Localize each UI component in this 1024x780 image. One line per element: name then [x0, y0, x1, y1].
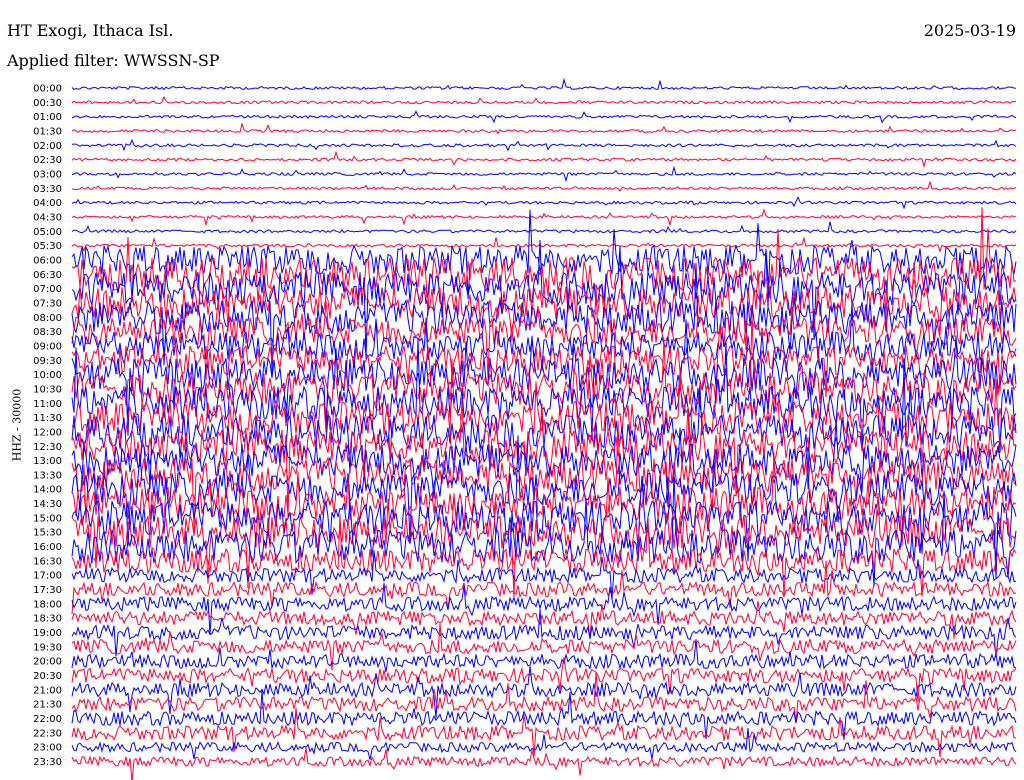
y-tick-label: 21:00 — [33, 685, 62, 696]
seismic-trace — [71, 180, 1017, 192]
y-tick-label: 06:30 — [33, 270, 62, 281]
y-tick-label: 15:30 — [33, 528, 62, 539]
y-tick-label: 02:30 — [33, 155, 62, 166]
seismic-trace — [71, 122, 1017, 135]
y-tick-label: 04:30 — [33, 212, 62, 223]
y-tick-label: 01:00 — [33, 112, 62, 123]
y-tick-label: 12:30 — [33, 442, 62, 453]
y-tick-label: 06:00 — [33, 255, 62, 266]
seismic-trace — [71, 138, 1017, 152]
seismic-trace — [71, 150, 1017, 169]
y-tick-label: 00:30 — [33, 98, 62, 109]
y-tick-label: 08:30 — [33, 327, 62, 338]
y-tick-label: 10:30 — [33, 384, 62, 395]
y-tick-label: 07:00 — [33, 284, 62, 295]
y-tick-label: 23:30 — [33, 757, 62, 768]
y-tick-label: 22:30 — [33, 728, 62, 739]
y-tick-label: 04:00 — [33, 198, 62, 209]
seismic-trace — [71, 95, 1017, 105]
y-tick-label: 18:30 — [33, 614, 62, 625]
y-tick-label: 03:00 — [33, 169, 62, 180]
y-tick-label: 17:30 — [33, 585, 62, 596]
y-tick-label: 19:00 — [33, 628, 62, 639]
y-tick-label: 11:00 — [33, 399, 62, 410]
seismic-trace — [71, 221, 1017, 234]
seismic-trace — [71, 110, 1017, 124]
y-tick-label: 13:00 — [33, 456, 62, 467]
y-tick-label: 13:30 — [33, 470, 62, 481]
seismic-trace — [71, 77, 1017, 91]
y-tick-label: 14:00 — [33, 485, 62, 496]
y-tick-label: 10:00 — [33, 370, 62, 381]
seismic-trace — [71, 707, 1017, 758]
y-tick-label: 09:00 — [33, 341, 62, 352]
y-tick-label: 21:30 — [33, 700, 62, 711]
y-tick-label: 17:00 — [33, 571, 62, 582]
y-tick-label: 09:30 — [33, 356, 62, 367]
y-tick-label: 02:00 — [33, 141, 62, 152]
seismic-trace — [71, 195, 1017, 210]
y-tick-label: 05:30 — [33, 241, 62, 252]
y-tick-label: 05:00 — [33, 227, 62, 238]
y-tick-label: 22:00 — [33, 714, 62, 725]
y-tick-label: 16:30 — [33, 556, 62, 567]
y-tick-label: 11:30 — [33, 413, 62, 424]
seismic-trace — [71, 207, 1017, 332]
y-tick-label: 16:00 — [33, 542, 62, 553]
seismic-trace — [71, 208, 1017, 227]
y-tick-label: 20:00 — [33, 657, 62, 668]
y-tick-label: 07:30 — [33, 298, 62, 309]
seismic-trace — [71, 165, 1017, 183]
seismogram-plot: 00:00 00:30 01:00 01:30 02:00 02:30 03:00 03:30… — [33, 77, 1017, 780]
y-tick-label: 15:00 — [33, 513, 62, 524]
seismic-trace — [71, 236, 1017, 254]
seismic-trace — [71, 666, 1017, 718]
y-tick-label: 14:30 — [33, 499, 62, 510]
y-tick-label: 23:00 — [33, 743, 62, 754]
y-tick-label: 03:30 — [33, 184, 62, 195]
y-tick-label: 18:00 — [33, 599, 62, 610]
y-tick-label: 19:30 — [33, 642, 62, 653]
seismic-trace — [71, 747, 1017, 780]
y-tick-label: 20:30 — [33, 671, 62, 682]
y-tick-label: 00:00 — [33, 84, 62, 95]
y-tick-label: 12:00 — [33, 427, 62, 438]
y-tick-label: 08:00 — [33, 313, 62, 324]
y-tick-label: 01:30 — [33, 126, 62, 137]
